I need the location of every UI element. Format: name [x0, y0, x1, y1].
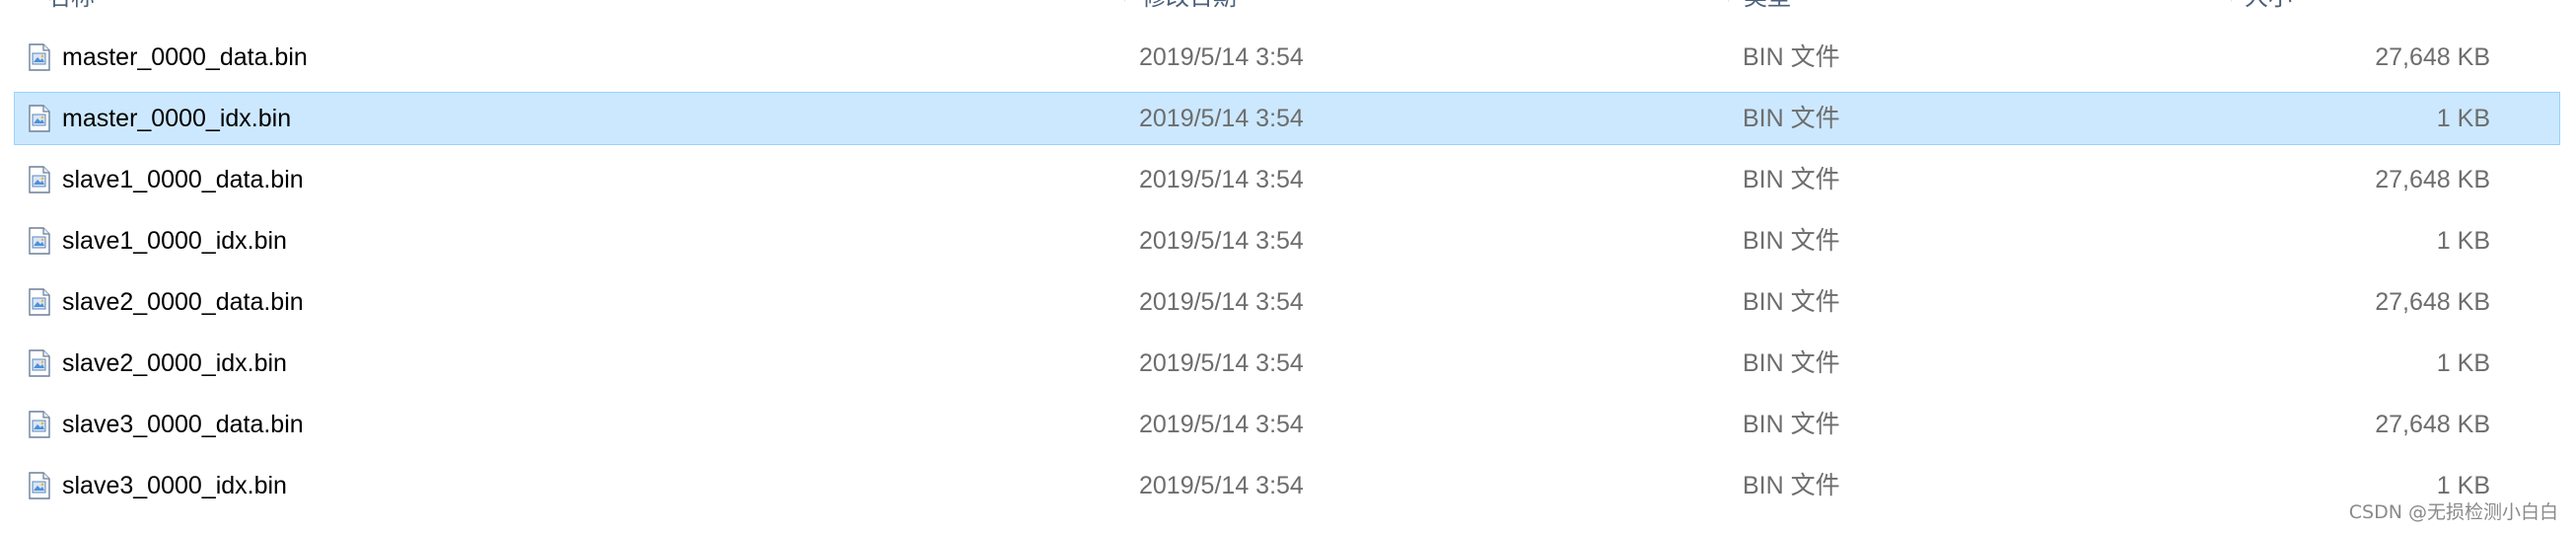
column-divider[interactable]	[2231, 0, 2232, 2]
watermark: CSDN @无损检测小白白	[2348, 501, 2558, 523]
column-header-bar: 名称 修改日期 类型 大小	[0, 0, 2576, 14]
file-row[interactable]: slave3_0000_idx.bin 2019/5/14 3:54 BIN 文件 1…	[14, 459, 2560, 512]
file-name: slave1_0000_idx.bin	[62, 227, 287, 255]
file-type: BIN 文件	[1743, 411, 1840, 438]
file-name: slave3_0000_idx.bin	[62, 472, 287, 499]
file-row[interactable]: slave3_0000_data.bin 2019/5/14 3:54 BIN 文件…	[14, 398, 2560, 451]
file-modified-date: 2019/5/14 3:54	[1139, 411, 1304, 438]
column-header-name[interactable]: 名称	[47, 0, 95, 14]
column-header-date[interactable]: 修改日期	[1142, 0, 1237, 14]
file-row[interactable]: slave2_0000_idx.bin 2019/5/14 3:54 BIN 文件 1…	[14, 337, 2560, 390]
file-modified-date: 2019/5/14 3:54	[1139, 43, 1304, 71]
file-row[interactable]: master_0000_idx.bin 2019/5/14 3:54 BIN 文件 1…	[14, 92, 2560, 145]
file-row[interactable]: master_0000_data.bin 2019/5/14 3:54 BIN 文件…	[14, 31, 2560, 84]
file-name: slave3_0000_data.bin	[62, 411, 304, 438]
file-modified-date: 2019/5/14 3:54	[1139, 227, 1304, 255]
file-size: 27,648 KB	[2375, 166, 2490, 193]
file-row[interactable]: slave2_0000_data.bin 2019/5/14 3:54 BIN 文件…	[14, 275, 2560, 329]
file-size: 1 KB	[2436, 227, 2490, 255]
file-modified-date: 2019/5/14 3:54	[1139, 166, 1304, 193]
file-type: BIN 文件	[1743, 288, 1840, 316]
file-name: master_0000_data.bin	[62, 43, 308, 71]
file-icon	[28, 411, 51, 438]
column-header-type[interactable]: 类型	[1744, 0, 1791, 14]
file-modified-date: 2019/5/14 3:54	[1139, 472, 1304, 499]
file-icon	[28, 472, 51, 499]
column-divider[interactable]	[1124, 0, 1125, 2]
file-modified-date: 2019/5/14 3:54	[1139, 349, 1304, 377]
column-divider[interactable]	[1728, 0, 1729, 2]
file-type: BIN 文件	[1743, 227, 1840, 255]
file-type: BIN 文件	[1743, 349, 1840, 377]
file-size: 1 KB	[2436, 105, 2490, 132]
column-header-size[interactable]: 大小	[2245, 0, 2292, 14]
file-name: master_0000_idx.bin	[62, 105, 292, 132]
file-row[interactable]: slave1_0000_idx.bin 2019/5/14 3:54 BIN 文件 1…	[14, 214, 2560, 267]
file-icon	[28, 227, 51, 255]
file-modified-date: 2019/5/14 3:54	[1139, 105, 1304, 132]
file-size: 27,648 KB	[2375, 43, 2490, 71]
file-name: slave2_0000_idx.bin	[62, 349, 287, 377]
file-icon	[28, 105, 51, 132]
file-icon	[28, 349, 51, 377]
file-row[interactable]: slave1_0000_data.bin 2019/5/14 3:54 BIN 文件…	[14, 153, 2560, 206]
file-icon	[28, 43, 51, 71]
file-size: 27,648 KB	[2375, 288, 2490, 316]
file-type: BIN 文件	[1743, 166, 1840, 193]
file-name: slave2_0000_data.bin	[62, 288, 304, 316]
file-icon	[28, 166, 51, 193]
file-modified-date: 2019/5/14 3:54	[1139, 288, 1304, 316]
file-icon	[28, 288, 51, 316]
file-type: BIN 文件	[1743, 43, 1840, 71]
file-size: 27,648 KB	[2375, 411, 2490, 438]
file-name: slave1_0000_data.bin	[62, 166, 304, 193]
file-type: BIN 文件	[1743, 472, 1840, 499]
file-type: BIN 文件	[1743, 105, 1840, 132]
file-size: 1 KB	[2436, 349, 2490, 377]
